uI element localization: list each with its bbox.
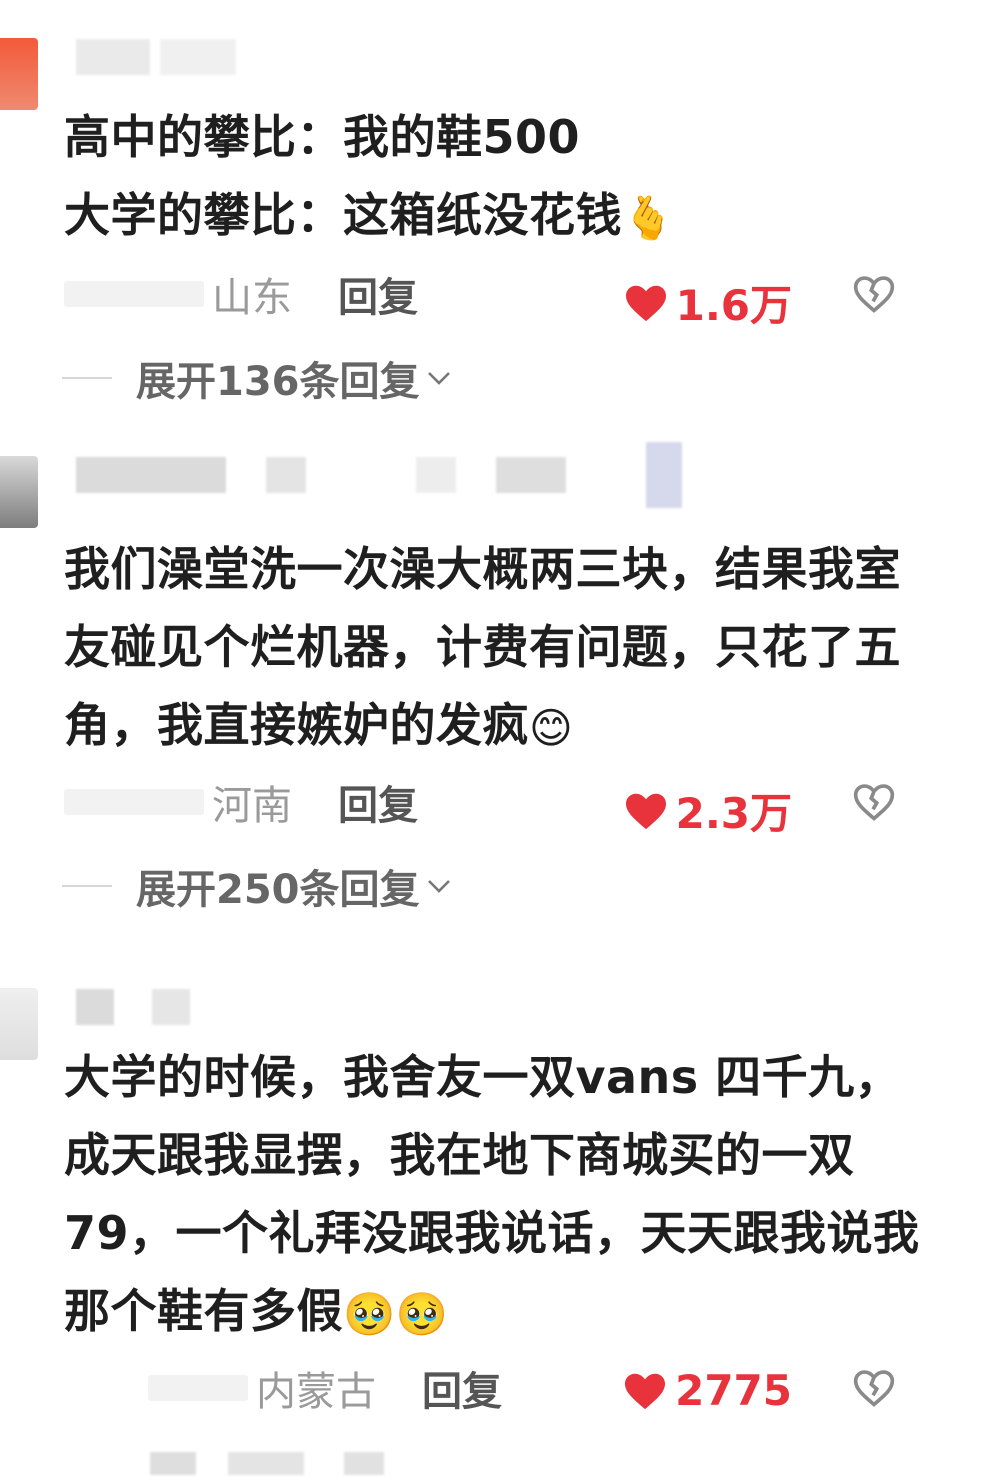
like-count: 2.3万	[675, 789, 792, 838]
comment-line: 我们澡堂洗一次澡大概两三块，结果我室	[64, 542, 901, 596]
avatar[interactable]	[0, 988, 38, 1060]
username-redacted	[64, 281, 204, 307]
finger-heart-icon: 🫰	[622, 193, 675, 243]
chevron-down-icon	[427, 880, 450, 893]
comment-line: 79，一个礼拜没跟我说话，天天跟我说我	[64, 1206, 920, 1260]
heart-icon	[625, 285, 666, 321]
like-button[interactable]: 2.3万	[624, 780, 792, 841]
expand-replies-label: 展开136条回复	[136, 359, 420, 405]
username-redacted[interactable]	[76, 38, 236, 76]
username-redacted	[148, 1375, 248, 1401]
avatar[interactable]	[0, 456, 38, 528]
heart-icon	[625, 793, 666, 829]
avatar[interactable]	[0, 38, 38, 110]
broken-heart-icon[interactable]	[852, 780, 896, 824]
username-redacted[interactable]	[76, 442, 682, 508]
expand-replies-button[interactable]: 展开250条回复	[62, 858, 452, 914]
smile-icon: 😊	[529, 703, 574, 753]
comment-text: 我们澡堂洗一次澡大概两三块，结果我室 友碰见个烂机器，计费有问题，只花了五 角，…	[64, 530, 944, 768]
username-redacted	[150, 1444, 384, 1482]
comment-meta: 山东 回复 1.6万	[64, 265, 944, 330]
comment-line: 那个鞋有多假🥹🥹	[64, 1284, 449, 1339]
location-label: 河南	[212, 783, 292, 829]
heart-icon	[625, 1373, 666, 1409]
like-button[interactable]: 2775	[623, 1366, 792, 1415]
expand-replies-button[interactable]: 展开136条回复	[62, 350, 452, 406]
holding-back-tears-icon: 🥹🥹	[343, 1289, 449, 1339]
like-count: 1.6万	[675, 281, 792, 330]
username-redacted[interactable]	[76, 988, 190, 1026]
comment-line: 高中的攀比：我的鞋500	[64, 110, 581, 164]
comment-line: 大学的时候，我舍友一双vans 四千九，	[64, 1050, 902, 1104]
reply-button[interactable]: 回复	[338, 773, 418, 831]
broken-heart-icon[interactable]	[852, 272, 896, 316]
comment-line: 角，我直接嫉妒的发疯😊	[64, 698, 574, 753]
comment-text: 大学的时候，我舍友一双vans 四千九， 成天跟我显摆，我在地下商城买的一双 7…	[64, 1038, 944, 1354]
comment-text: 高中的攀比：我的鞋500 大学的攀比：这箱纸没花钱🫰	[64, 98, 944, 258]
chevron-down-icon	[427, 372, 450, 385]
comment-line: 成天跟我显摆，我在地下商城买的一双	[64, 1128, 855, 1182]
divider	[62, 885, 112, 887]
like-button[interactable]: 1.6万	[624, 272, 792, 333]
reply-button[interactable]: 回复	[422, 1359, 502, 1417]
comment-meta: 内蒙古 回复 2775	[64, 1360, 944, 1416]
like-count: 2775	[675, 1366, 792, 1415]
username-redacted	[64, 789, 204, 815]
comment-line: 大学的攀比：这箱纸没花钱🫰	[64, 188, 675, 243]
expand-replies-label: 展开250条回复	[136, 867, 420, 913]
comment-line: 友碰见个烂机器，计费有问题，只花了五	[64, 620, 901, 674]
broken-heart-icon[interactable]	[852, 1366, 896, 1410]
location-label: 内蒙古	[256, 1369, 376, 1415]
reply-button[interactable]: 回复	[338, 265, 418, 323]
location-label: 山东	[212, 275, 292, 321]
comment-meta: 河南 回复 2.3万	[64, 773, 944, 838]
divider	[62, 377, 112, 379]
